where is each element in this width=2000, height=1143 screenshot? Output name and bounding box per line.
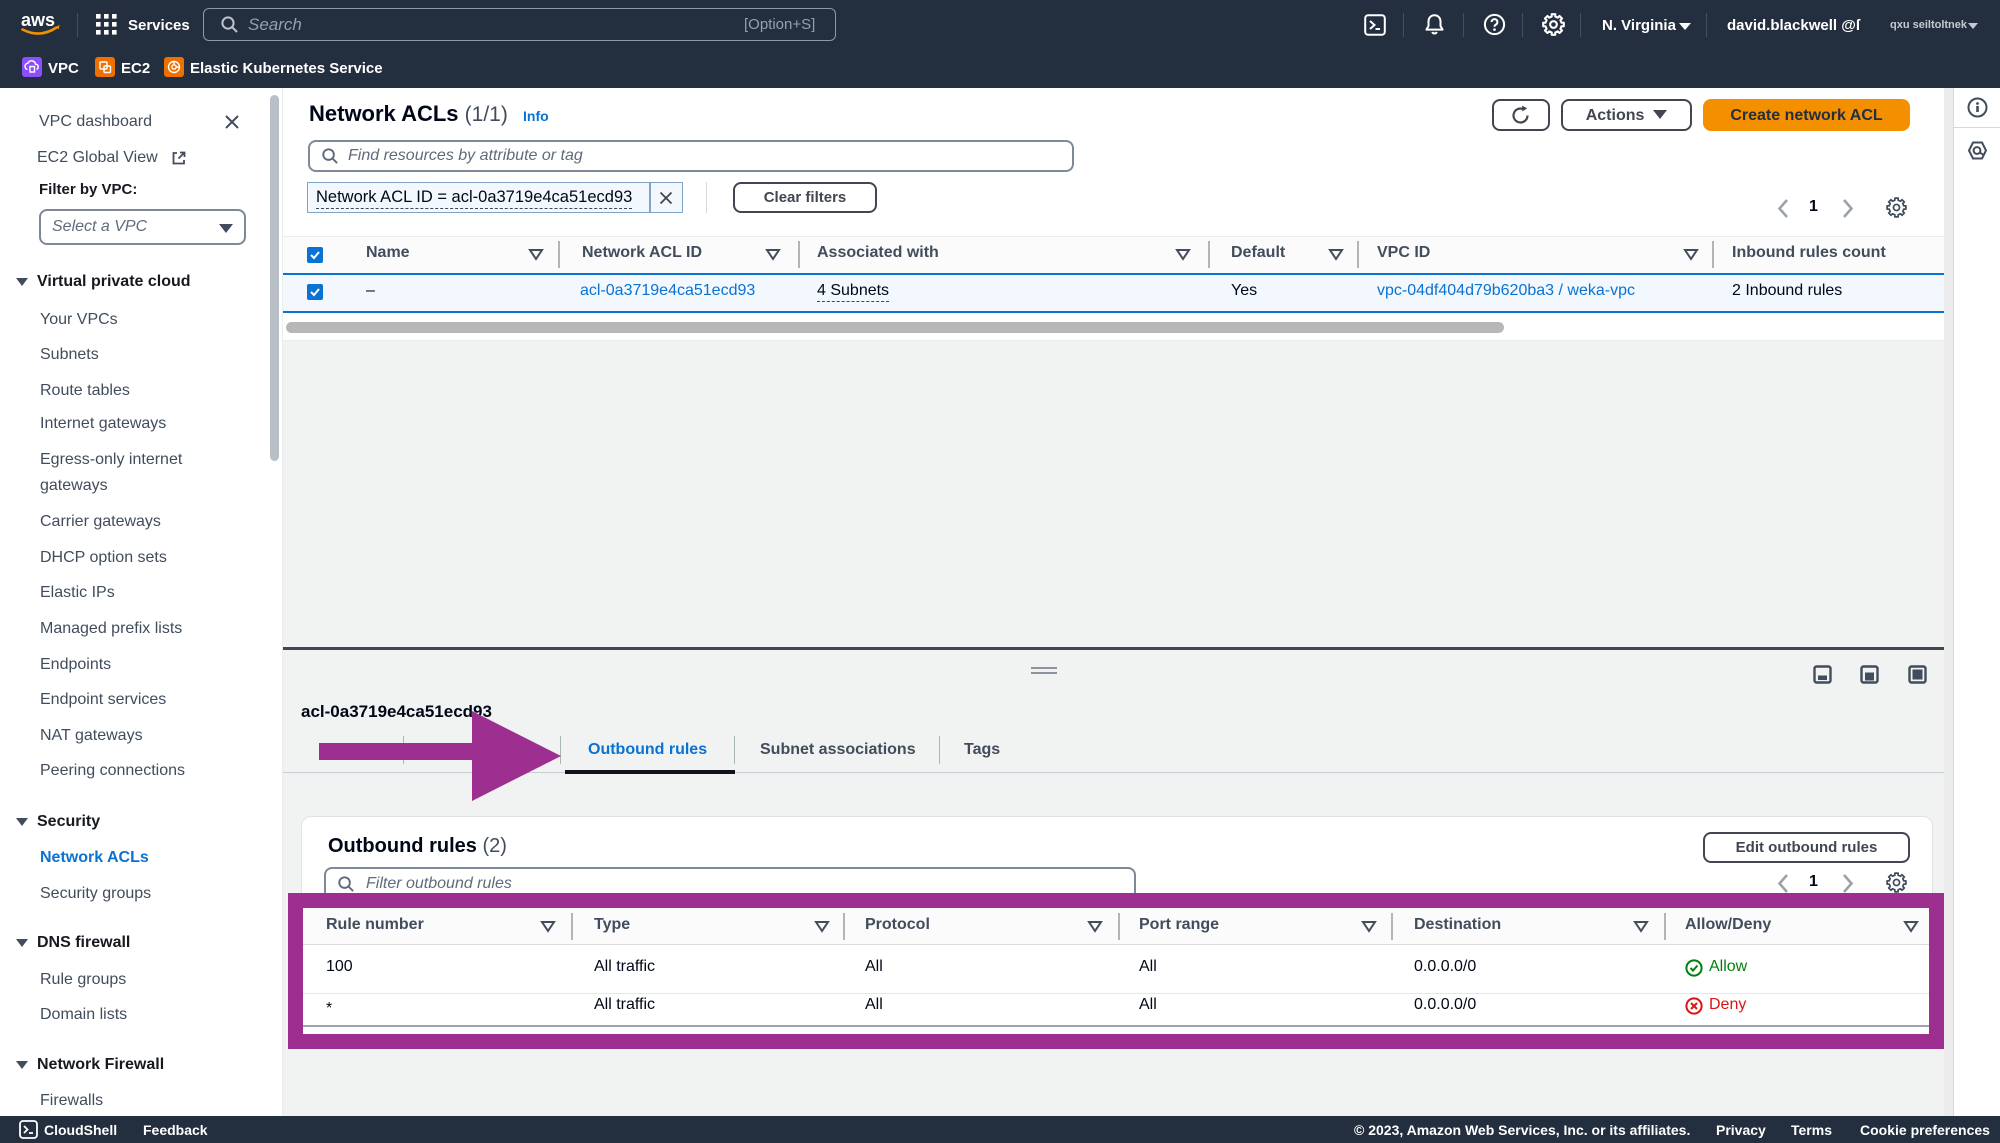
- svg-text:aws: aws: [21, 10, 55, 30]
